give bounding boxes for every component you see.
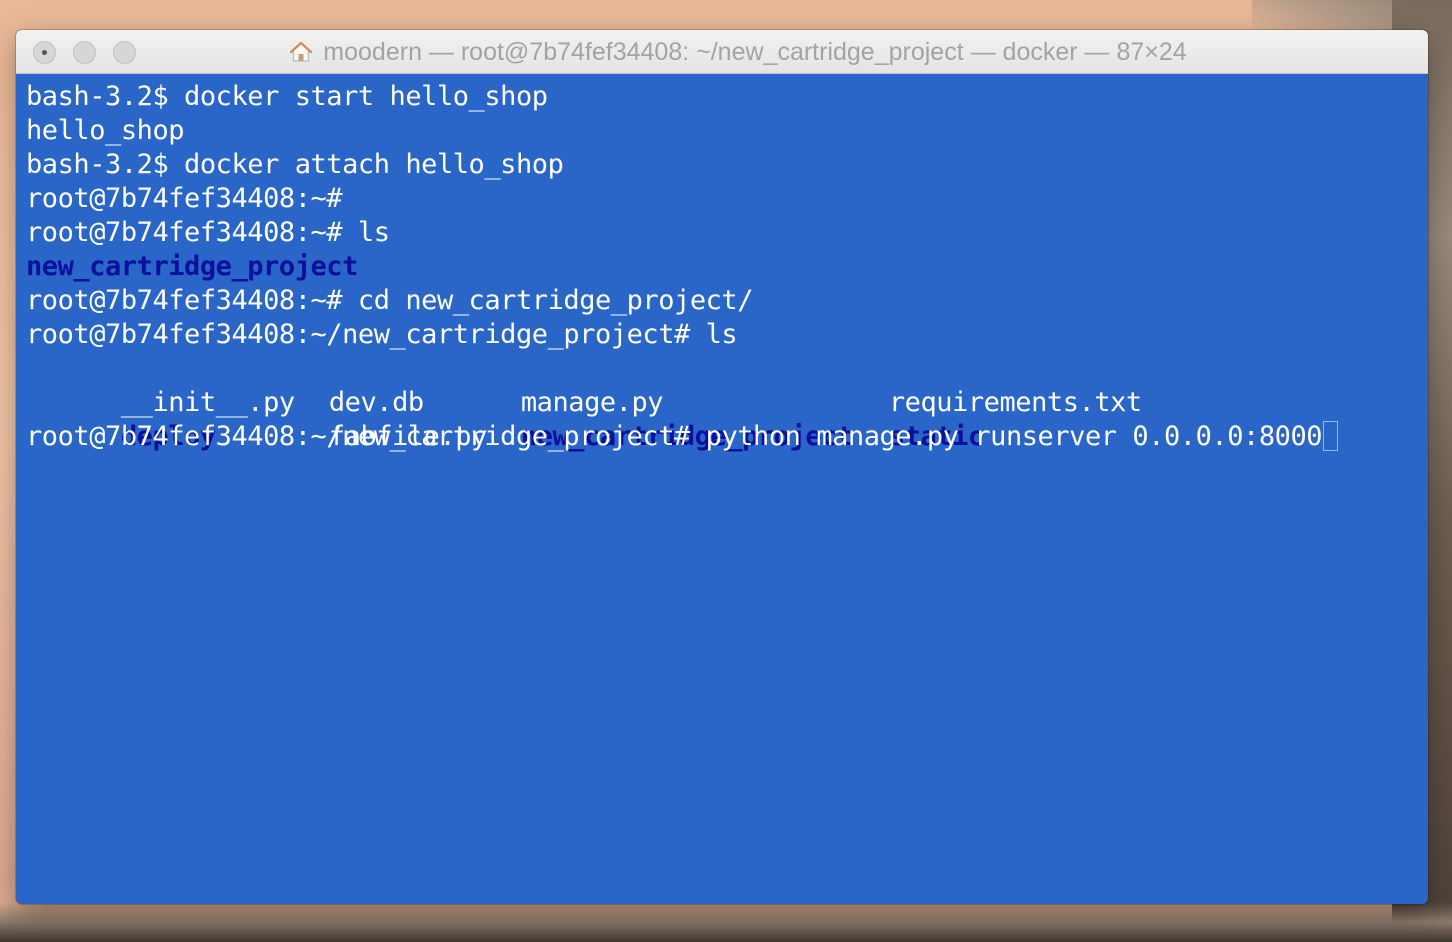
terminal-current-line[interactable]: root@7b74fef34408:~/new_cartridge_projec… — [26, 420, 1428, 454]
terminal-line-directory: new_cartridge_project — [26, 251, 358, 282]
terminal-window[interactable]: moodern — root@7b74fef34408: ~/new_cartr… — [16, 30, 1428, 904]
file-entry: dev.db — [328, 387, 424, 418]
terminal-line: bash-3.2$ docker attach hello_shop — [26, 149, 564, 180]
desktop-wallpaper-trees — [0, 902, 1452, 942]
terminal-line: bash-3.2$ docker start hello_shop — [26, 81, 548, 112]
window-titlebar[interactable]: moodern — root@7b74fef34408: ~/new_cartr… — [16, 30, 1428, 74]
terminal-line: hello_shop — [26, 115, 185, 146]
file-entry: __init__.py — [120, 387, 295, 418]
file-entry: requirements.txt — [888, 387, 1142, 418]
terminal-line: root@7b74fef34408:~# cd new_cartridge_pr… — [26, 285, 754, 316]
text-cursor — [1323, 421, 1339, 451]
terminal-line: root@7b74fef34408:~/new_cartridge_projec… — [26, 319, 738, 350]
terminal-line: root@7b74fef34408:~# — [26, 183, 343, 214]
home-folder-icon — [289, 41, 313, 62]
window-title-group: moodern — root@7b74fef34408: ~/new_cartr… — [16, 30, 1428, 74]
ls-listing-row: __init__.py dev.db manage.py requirements.t… — [26, 352, 1428, 418]
terminal-output[interactable]: bash-3.2$ docker start hello_shop hello_… — [16, 74, 1428, 904]
terminal-line: root@7b74fef34408:~# ls — [26, 217, 390, 248]
file-entry: manage.py — [520, 387, 664, 418]
window-title: moodern — root@7b74fef34408: ~/new_cartr… — [323, 37, 1187, 66]
command-input[interactable]: python manage.py runserver 0.0.0.0:8000 — [706, 421, 1323, 452]
shell-prompt: root@7b74fef34408:~/new_cartridge_projec… — [26, 421, 690, 452]
